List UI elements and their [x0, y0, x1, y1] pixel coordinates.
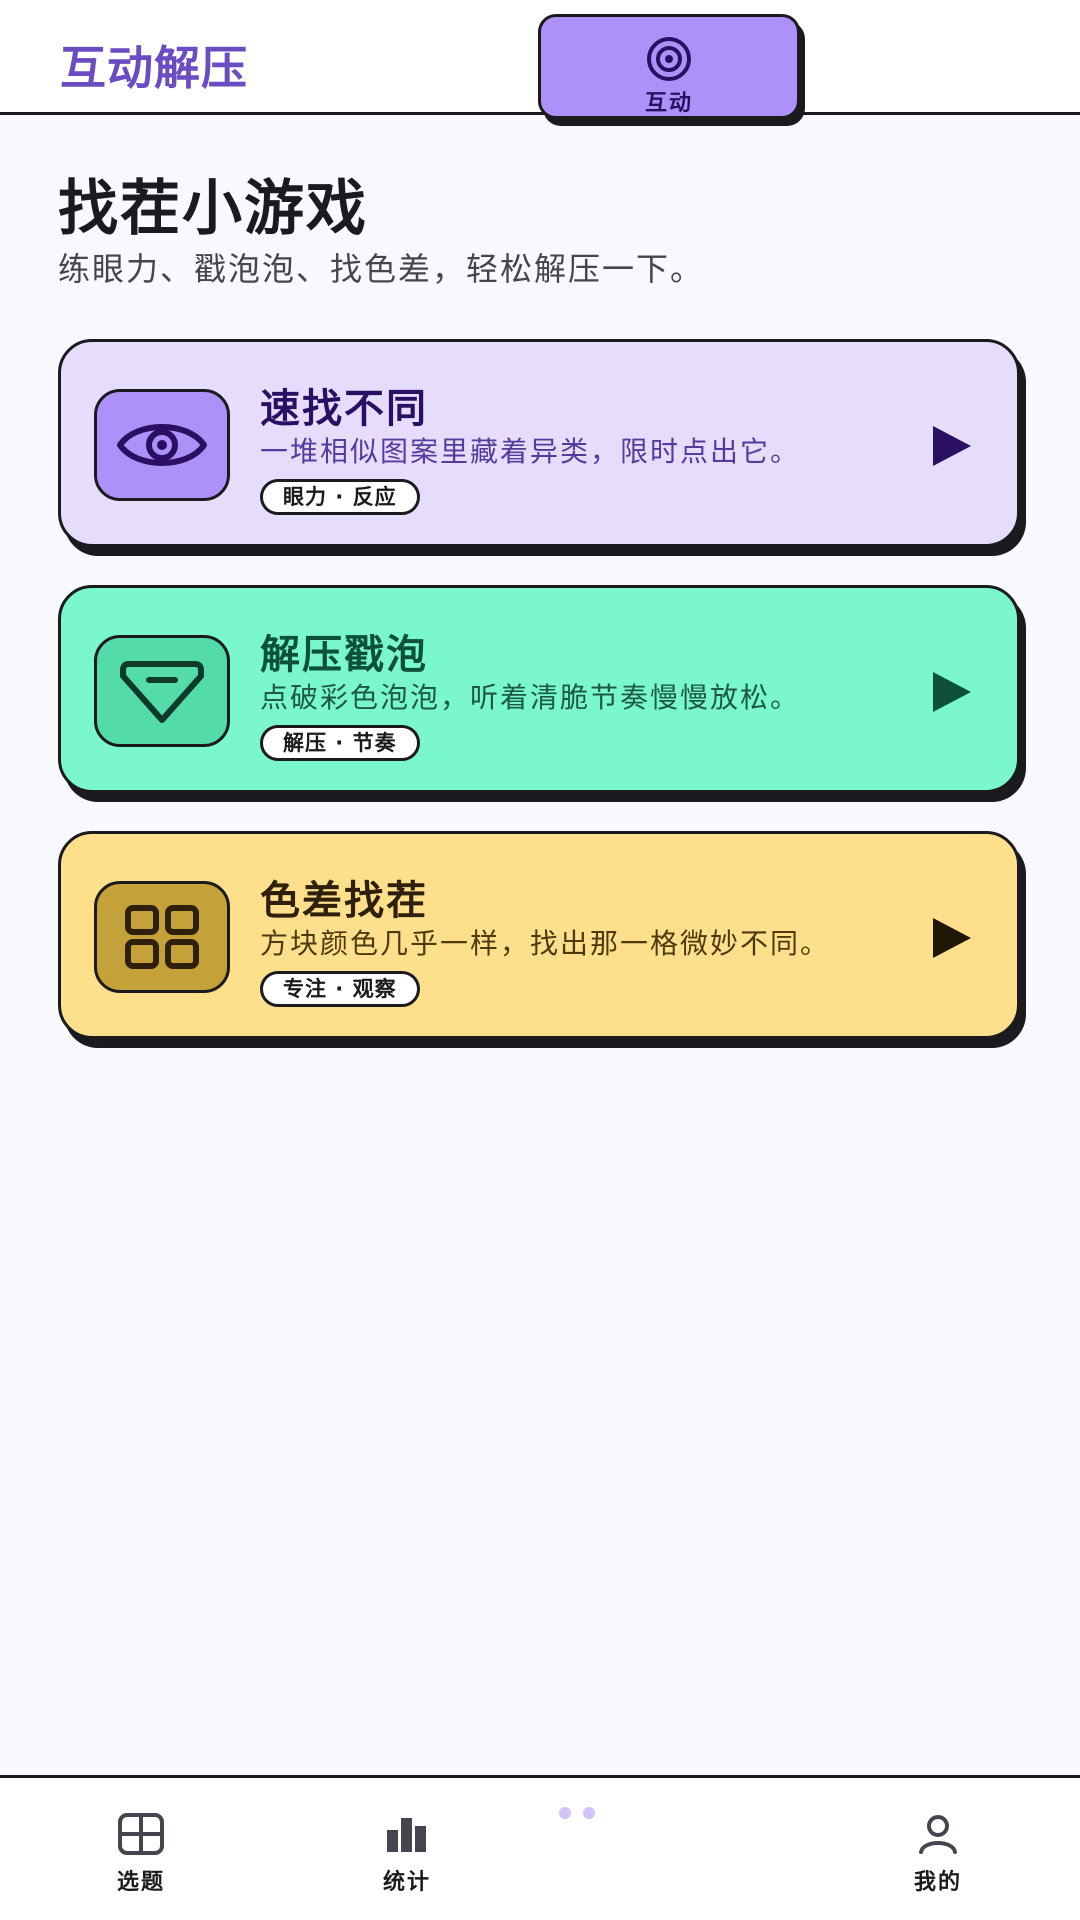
page-dot: [535, 1807, 547, 1819]
target-icon: [645, 35, 693, 83]
page-dot: [583, 1807, 595, 1819]
card-description: 方块颜色几乎一样，找出那一格微妙不同。: [260, 927, 831, 960]
page-dot: [559, 1807, 571, 1819]
nav-label: 统计: [382, 1870, 431, 1895]
gem-icon: [94, 635, 230, 747]
eye-icon: [94, 389, 230, 501]
app-title: 互动解压: [60, 41, 248, 95]
nav-label: 互动: [644, 91, 693, 116]
bottom-navigation: 选题 统计 我的: [0, 1775, 1080, 1920]
card-title: 解压戳泡: [260, 632, 428, 678]
game-card-spot-difference[interactable]: 速找不同 一堆相似图案里藏着异类，限时点出它。 眼力 · 反应: [58, 339, 1020, 547]
page-title: 找茬小游戏: [58, 174, 368, 244]
nav-item-mine[interactable]: 我的: [877, 1778, 999, 1920]
card-description: 一堆相似图案里藏着异类，限时点出它。: [260, 435, 801, 468]
nav-item-topics[interactable]: 选题: [80, 1778, 202, 1920]
page-subtitle: 练眼力、戳泡泡、找色差，轻松解压一下。: [58, 250, 705, 288]
card-description: 点破彩色泡泡，听着清脆节奏慢慢放松。: [260, 681, 801, 714]
grid-icon: [94, 881, 230, 993]
user-icon: [914, 1810, 962, 1858]
nav-item-stats[interactable]: 统计: [346, 1778, 468, 1920]
game-card-color-diff[interactable]: 色差找茬 方块颜色几乎一样，找出那一格微妙不同。 专注 · 观察: [58, 831, 1020, 1039]
nav-label: 选题: [116, 1870, 165, 1895]
play-icon[interactable]: [929, 670, 973, 714]
card-tag: 专注 · 观察: [260, 971, 420, 1007]
grid-icon: [117, 1810, 165, 1858]
card-title: 色差找茬: [260, 878, 428, 924]
play-icon[interactable]: [929, 916, 973, 960]
card-title: 速找不同: [260, 386, 428, 432]
game-card-bubble-pop[interactable]: 解压戳泡 点破彩色泡泡，听着清脆节奏慢慢放松。 解压 · 节奏: [58, 585, 1020, 793]
play-icon[interactable]: [929, 424, 973, 468]
nav-item-interact[interactable]: 互动: [538, 14, 800, 119]
nav-label: 我的: [913, 1870, 962, 1895]
bar-chart-icon: [383, 1810, 431, 1858]
card-tag: 解压 · 节奏: [260, 725, 420, 761]
page-indicator: [535, 1807, 595, 1819]
card-tag: 眼力 · 反应: [260, 479, 420, 515]
